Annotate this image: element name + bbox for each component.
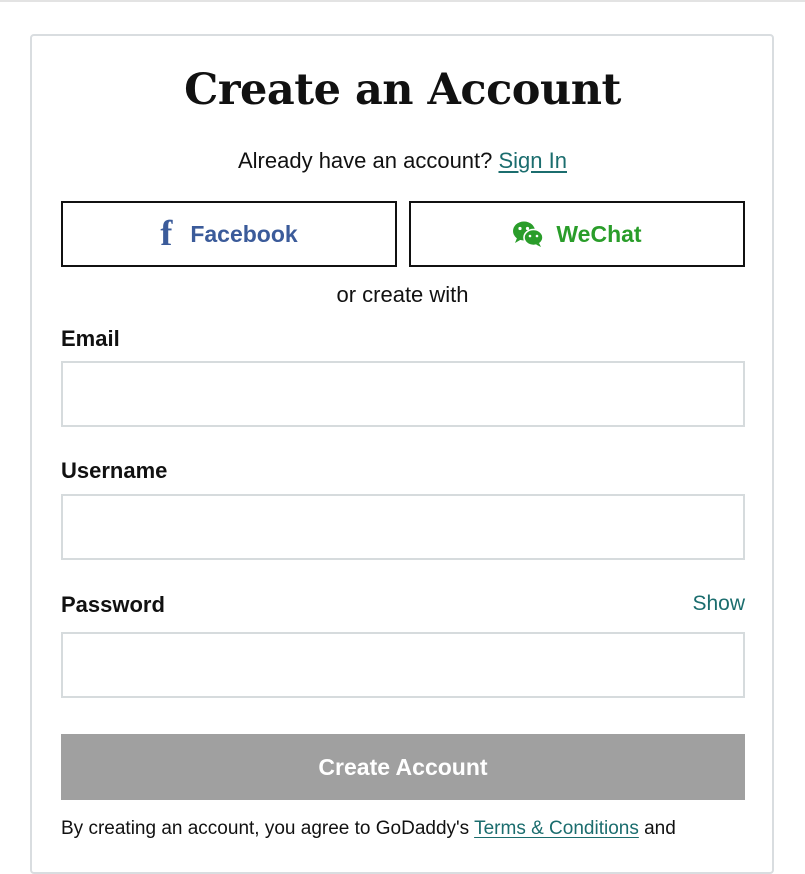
sign-in-link[interactable]: Sign In <box>499 148 568 173</box>
already-have-account-text: Already have an account? Sign In <box>0 147 805 175</box>
wechat-button[interactable]: WeChat <box>409 201 745 267</box>
username-label: Username <box>61 458 168 483</box>
facebook-icon: f <box>160 213 173 253</box>
top-divider <box>0 0 805 2</box>
legal-agreement-text: By creating an account, you agree to GoD… <box>61 816 676 842</box>
page-title: Create an Account <box>184 65 621 115</box>
terms-conditions-link[interactable]: Terms & Conditions <box>474 818 639 839</box>
create-account-button[interactable]: Create Account <box>61 734 745 800</box>
password-field[interactable] <box>61 632 745 698</box>
email-field[interactable] <box>61 361 745 427</box>
username-field[interactable] <box>61 494 745 560</box>
facebook-button[interactable]: f Facebook <box>61 201 397 267</box>
wechat-button-label: WeChat <box>556 220 642 247</box>
facebook-button-label: Facebook <box>190 220 298 247</box>
password-label: Password <box>61 592 165 617</box>
email-label: Email <box>61 326 120 351</box>
wechat-icon <box>513 221 545 247</box>
legal-suffix: and <box>638 818 676 839</box>
legal-prefix: By creating an account, you agree to GoD… <box>61 818 475 839</box>
already-have-account-prompt: Already have an account? <box>237 148 499 173</box>
or-create-with-text: or create with <box>336 282 469 307</box>
show-password-toggle[interactable]: Show <box>692 591 745 617</box>
